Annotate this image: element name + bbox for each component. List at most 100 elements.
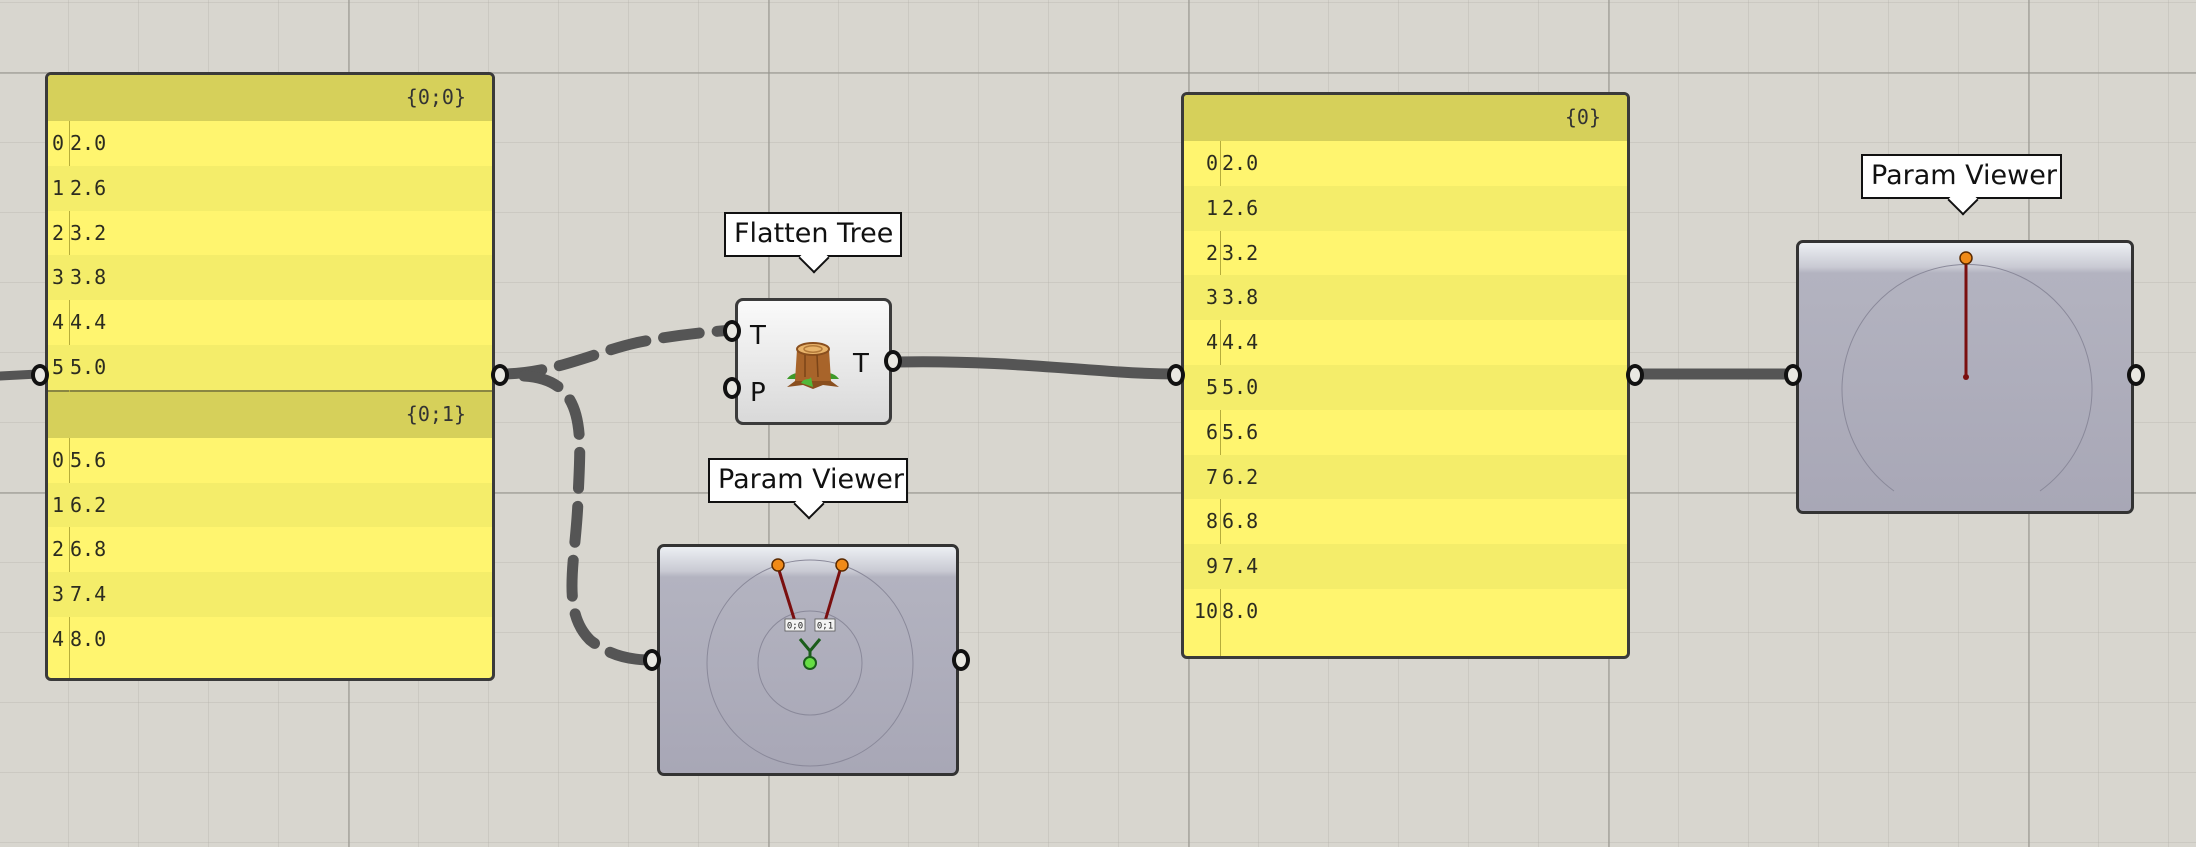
branch-path: {0;1}: [405, 401, 466, 426]
item-index: 2: [1205, 240, 1218, 265]
wire-panel-to-viewer-dashed[interactable]: [518, 370, 658, 666]
panel-left-output-grip[interactable]: [491, 364, 509, 386]
param-viewer-bottom[interactable]: 0;0 0;1: [657, 544, 959, 776]
item-index: 2: [52, 220, 65, 245]
branch-header: {0}: [1184, 95, 1627, 141]
item-index: 1: [52, 175, 65, 200]
list-item: 2 6.8: [48, 527, 492, 572]
item-index: 3: [1205, 285, 1218, 310]
branch-path: {0;0}: [405, 85, 466, 109]
list-item: 1 2.6: [48, 165, 492, 211]
item-value: 2.6: [70, 175, 107, 200]
item-value: 8.0: [70, 626, 107, 651]
item-index: 0: [52, 447, 65, 472]
root-node: [1963, 374, 1969, 380]
leaf-node: [835, 558, 849, 572]
wire-panel-to-flatten-dashed[interactable]: [500, 324, 738, 380]
item-value: 5.0: [1222, 374, 1259, 399]
list-item: 10 8.0: [1184, 589, 1627, 634]
item-index: 4: [1205, 330, 1218, 355]
list-item: 9 7.4: [1184, 544, 1627, 589]
panel-left-input-grip[interactable]: [31, 364, 49, 386]
item-index: 5: [1205, 374, 1218, 399]
branch-label: 0;0: [787, 622, 803, 632]
list-item: 2 3.2: [48, 211, 492, 256]
flatten-output-grip[interactable]: [884, 350, 902, 372]
flatten-tooltip: Flatten Tree: [724, 212, 902, 274]
item-value: 7.4: [1222, 554, 1259, 579]
branch-0-1: {0;1} 0 5.6 1 6.2 2 6.8 3 7.4 4 8.0: [48, 391, 492, 662]
list-item: 5 5.0: [1184, 364, 1627, 410]
branch-path: {0}: [1564, 105, 1601, 129]
branch-rows: 0 2.0 1 2.6 2 3.2 3 3.8 4 4.4 5 5.0 6 5.6 7 6.2 …: [1184, 141, 1627, 634]
item-index: 5: [52, 354, 65, 379]
param-viewer-right-input-grip[interactable]: [1784, 364, 1802, 386]
list-item: 5 5.0: [48, 344, 492, 390]
tree-diagram: 0;0 0;1: [706, 558, 914, 767]
item-index: 4: [52, 626, 65, 651]
item-value: 3.8: [70, 265, 107, 290]
panel-right-input-grip[interactable]: [1167, 364, 1185, 386]
param-viewer-right[interactable]: [1796, 240, 2134, 514]
list-item: 3 3.8: [1184, 275, 1627, 321]
branch-rows: 0 5.6 1 6.2 2 6.8 3 7.4 4 8.0: [48, 438, 492, 662]
list-item: 1 2.6: [1184, 185, 1627, 231]
list-item: 6 5.6: [1184, 410, 1627, 455]
leaf-node: [771, 558, 785, 572]
item-index: 0: [52, 131, 65, 155]
item-value: 6.2: [1222, 464, 1259, 489]
item-index: 10: [1193, 598, 1218, 623]
item-value: 6.2: [70, 492, 107, 517]
list-item: 0 5.6: [48, 438, 492, 483]
flatten-tree-component[interactable]: T P T: [735, 298, 892, 425]
item-value: 5.6: [1222, 419, 1259, 444]
item-index: 8: [1205, 509, 1218, 534]
item-value: 6.8: [70, 537, 107, 562]
item-index: 4: [52, 310, 65, 335]
item-value: 3.2: [1222, 240, 1259, 265]
item-index: 6: [1205, 419, 1218, 444]
item-value: 3.8: [1222, 285, 1259, 310]
item-value: 7.4: [70, 582, 107, 607]
panel-right-output-grip[interactable]: [1626, 364, 1644, 386]
wire-flatten-to-panel[interactable]: [895, 356, 1179, 380]
item-index: 1: [52, 492, 65, 517]
param-viewer-right-output-grip[interactable]: [2127, 364, 2145, 386]
root-node: [803, 656, 817, 670]
list-item: 3 7.4: [48, 572, 492, 617]
list-item: 4 4.4: [48, 300, 492, 345]
item-value: 8.0: [1222, 598, 1259, 623]
item-value: 5.6: [70, 447, 107, 472]
item-index: 7: [1205, 464, 1218, 489]
branch-label: 0;1: [817, 622, 833, 632]
item-value: 3.2: [70, 220, 107, 245]
item-value: 2.0: [1222, 151, 1259, 175]
tree-diagram: [1841, 251, 2093, 492]
param-viewer-bottom-output-grip[interactable]: [952, 649, 970, 671]
param-viewer-tooltip: Param Viewer: [708, 458, 908, 520]
item-index: 2: [52, 537, 65, 562]
list-item: 7 6.2: [1184, 454, 1627, 500]
item-index: 3: [52, 582, 65, 607]
output-tree-label: T: [853, 349, 869, 379]
item-value: 4.4: [1222, 330, 1259, 355]
branch-rows: 0 2.0 1 2.6 2 3.2 3 3.8 4 4.4 5 5.0: [48, 121, 492, 390]
panel-right[interactable]: {0} 0 2.0 1 2.6 2 3.2 3 3.8 4 4.4 5 5.0 6 5.6 7…: [1181, 92, 1630, 659]
tree-stump-icon: [787, 342, 839, 389]
flatten-input-tree-grip[interactable]: [723, 320, 741, 342]
item-index: 0: [1205, 151, 1218, 175]
list-item: 1 6.2: [48, 482, 492, 528]
item-value: 2.6: [1222, 195, 1259, 220]
item-index: 1: [1205, 195, 1218, 220]
item-value: 5.0: [70, 354, 107, 379]
input-path-label: P: [750, 378, 766, 408]
branch-header: {0;0}: [48, 75, 492, 121]
list-item: 3 3.8: [48, 255, 492, 301]
param-viewer-bottom-input-grip[interactable]: [643, 649, 661, 671]
item-index: 3: [52, 265, 65, 290]
panel-left[interactable]: {0;0} 0 2.0 1 2.6 2 3.2 3 3.8 4 4.4 5 5.0 {0;1…: [45, 72, 495, 681]
branch-header: {0;1}: [48, 391, 492, 438]
list-item: 4 4.4: [1184, 320, 1627, 365]
item-index: 9: [1205, 554, 1218, 579]
flatten-input-path-grip[interactable]: [723, 377, 741, 399]
